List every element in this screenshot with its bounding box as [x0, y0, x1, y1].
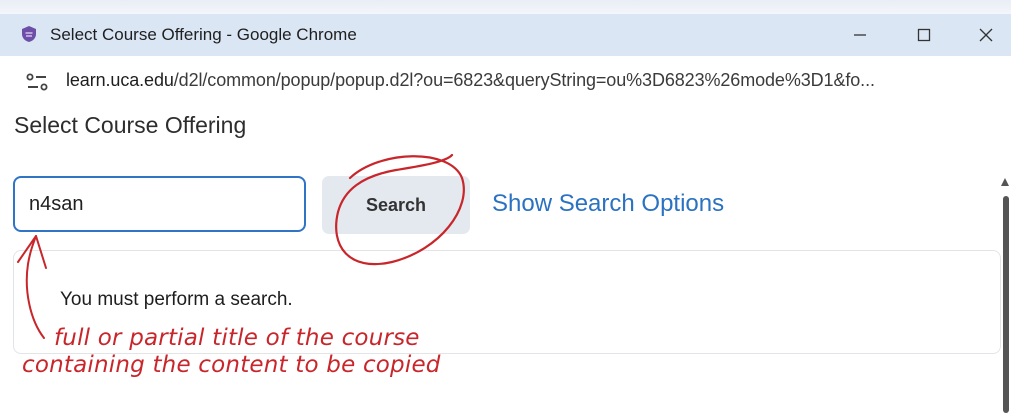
- shield-icon: [22, 26, 36, 42]
- annotation-text-line2: containing the content to be copied: [22, 352, 441, 378]
- maximize-icon: [917, 28, 931, 42]
- search-input[interactable]: [13, 176, 306, 232]
- url-path: /d2l/common/popup/popup.d2l?ou=6823&quer…: [173, 70, 875, 90]
- minimize-button[interactable]: [836, 18, 884, 52]
- close-icon: [979, 28, 993, 42]
- search-button[interactable]: Search: [322, 176, 470, 234]
- scrollbar-thumb[interactable]: [1003, 196, 1009, 413]
- address-bar[interactable]: learn.uca.edu/d2l/common/popup/popup.d2l…: [0, 56, 1011, 108]
- scroll-up-arrow-icon[interactable]: [1001, 178, 1009, 186]
- url-host: learn.uca.edu: [66, 70, 174, 90]
- url-text[interactable]: learn.uca.edu/d2l/common/popup/popup.d2l…: [66, 70, 875, 91]
- annotation-text-line1: full or partial title of the course: [54, 325, 420, 351]
- show-search-options-link[interactable]: Show Search Options: [492, 190, 724, 218]
- minimize-icon: [854, 34, 866, 36]
- page-title: Select Course Offering: [14, 112, 247, 138]
- maximize-button[interactable]: [900, 18, 948, 52]
- tune-icon[interactable]: [24, 70, 50, 94]
- window-title: Select Course Offering - Google Chrome: [50, 25, 357, 44]
- browser-titlebar[interactable]: Select Course Offering - Google Chrome: [0, 14, 1011, 56]
- window-top-strip: [0, 0, 1011, 14]
- close-button[interactable]: [962, 18, 1010, 52]
- results-message: You must perform a search.: [60, 289, 293, 310]
